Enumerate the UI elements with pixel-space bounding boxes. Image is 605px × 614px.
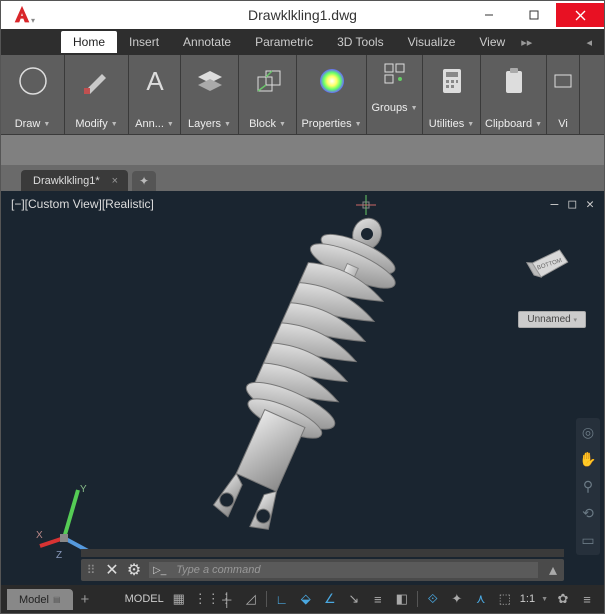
groups-icon bbox=[382, 61, 408, 87]
command-placeholder: Type a command bbox=[170, 564, 266, 576]
navigation-bar: ◎ ✋ ⚲ ⟲ ▭ bbox=[576, 418, 600, 555]
close-button[interactable] bbox=[556, 3, 604, 27]
layers-icon bbox=[194, 61, 226, 101]
customize-icon[interactable]: ≡ bbox=[578, 592, 596, 607]
circle-icon bbox=[16, 61, 50, 101]
cycling-icon[interactable]: ⟐ bbox=[424, 591, 442, 607]
steering-wheel-icon[interactable]: ◎ bbox=[582, 424, 594, 441]
vp-close-icon[interactable]: ✕ bbox=[586, 197, 594, 212]
view-icon bbox=[551, 61, 575, 101]
ribbon-gap bbox=[1, 135, 604, 165]
status-bar: Model▤ + MODEL ▦ ⋮⋮⋮ ┼ ◿ ∟ ⬙ ∠ ↘ ≡ ◧ ⟐ ✦… bbox=[1, 585, 604, 613]
model-render bbox=[116, 191, 496, 551]
orbit-icon[interactable]: ⟲ bbox=[582, 505, 594, 522]
model-space-button[interactable]: MODEL bbox=[125, 593, 164, 605]
title-bar: ▾ Drawklkling1.dwg bbox=[1, 1, 604, 29]
panel-utilities[interactable]: Utilities▼ bbox=[423, 55, 481, 134]
scale-button[interactable]: 1:1 bbox=[520, 593, 535, 605]
vp-maximize-icon[interactable]: □ bbox=[568, 197, 576, 212]
vp-minimize-icon[interactable]: — bbox=[551, 197, 559, 212]
svg-text:A: A bbox=[146, 66, 164, 96]
cmd-options-icon[interactable]: ⚙ bbox=[123, 560, 145, 580]
document-tab[interactable]: Drawklkling1* × bbox=[21, 170, 128, 191]
tab-overflow-icon[interactable]: ▸▸ bbox=[517, 36, 536, 49]
panel-block[interactable]: Block▼ bbox=[239, 55, 297, 134]
ribbon-collapse-icon[interactable]: ◂ bbox=[582, 36, 596, 49]
3dosnap-icon[interactable]: ⬙ bbox=[297, 591, 315, 607]
panel-view[interactable]: Vi bbox=[547, 55, 580, 134]
cmd-grip-icon[interactable]: ⠿ bbox=[81, 563, 101, 577]
minimize-button[interactable] bbox=[466, 3, 511, 27]
close-tab-icon[interactable]: × bbox=[112, 175, 118, 187]
utilities-icon bbox=[438, 61, 466, 101]
tab-3d-tools[interactable]: 3D Tools bbox=[325, 31, 395, 53]
panel-draw[interactable]: Draw▼ bbox=[1, 55, 65, 134]
cmd-prompt-icon: ▷_ bbox=[149, 565, 170, 576]
scrollbar-horizontal[interactable] bbox=[81, 549, 564, 557]
viewport-window-controls: — □ ✕ bbox=[551, 197, 594, 212]
viewport[interactable]: [−][Custom View][Realistic] — □ ✕ BOTTOM… bbox=[1, 191, 604, 585]
block-icon bbox=[252, 61, 284, 101]
ortho-icon[interactable]: ┼ bbox=[218, 592, 236, 607]
add-layout-button[interactable]: + bbox=[81, 591, 90, 608]
cmd-history-icon[interactable]: ▴ bbox=[542, 560, 564, 580]
workspace-icon[interactable]: ✿ bbox=[554, 591, 572, 607]
app-logo[interactable]: ▾ bbox=[3, 2, 43, 28]
panel-annotation[interactable]: A Ann...▼ bbox=[129, 55, 181, 134]
osnap-icon[interactable]: ∟ bbox=[273, 592, 291, 607]
tab-annotate[interactable]: Annotate bbox=[171, 31, 243, 53]
filter-icon[interactable]: ⋏ bbox=[472, 591, 490, 607]
ribbon-tabs: Home Insert Annotate Parametric 3D Tools… bbox=[1, 29, 604, 55]
text-icon: A bbox=[140, 61, 170, 101]
pan-icon[interactable]: ✋ bbox=[579, 451, 596, 468]
lineweight-icon[interactable]: ≡ bbox=[369, 592, 387, 607]
panel-modify[interactable]: Modify▼ bbox=[65, 55, 129, 134]
new-tab-button[interactable]: ✦ bbox=[132, 171, 156, 191]
properties-icon bbox=[316, 61, 348, 101]
tab-visualize[interactable]: Visualize bbox=[396, 31, 468, 53]
polar-icon[interactable]: ◿ bbox=[242, 591, 260, 607]
grid-icon[interactable]: ▦ bbox=[170, 591, 188, 607]
panel-clipboard[interactable]: Clipboard▼ bbox=[481, 55, 547, 134]
zoom-icon[interactable]: ⚲ bbox=[583, 478, 593, 495]
panel-properties[interactable]: Properties▼ bbox=[297, 55, 367, 134]
tab-insert[interactable]: Insert bbox=[117, 31, 171, 53]
panel-layers[interactable]: Layers▼ bbox=[181, 55, 239, 134]
annotation-scale-icon[interactable]: ⬚ bbox=[496, 591, 514, 607]
svg-text:X: X bbox=[36, 530, 43, 541]
transparency-icon[interactable]: ◧ bbox=[393, 591, 411, 607]
tab-home[interactable]: Home bbox=[61, 31, 117, 53]
svg-text:Z: Z bbox=[56, 550, 62, 560]
clipboard-icon bbox=[500, 61, 528, 101]
panel-groups[interactable]: Groups▼ bbox=[367, 55, 423, 134]
document-tabs: Drawklkling1* × ✦ bbox=[1, 165, 604, 191]
svg-text:Y: Y bbox=[80, 484, 87, 495]
model-tab[interactable]: Model▤ bbox=[7, 589, 73, 610]
command-line: ⠿ ✕ ⚙ ▷_ Type a command ▴ bbox=[81, 559, 564, 581]
dynamic-ucs-icon[interactable]: ↘ bbox=[345, 591, 363, 607]
command-input[interactable]: ▷_ Type a command bbox=[149, 562, 538, 578]
tab-view[interactable]: View bbox=[467, 31, 517, 53]
view-name-label[interactable]: Unnamed ▾ bbox=[518, 311, 586, 328]
document-tab-label: Drawklkling1* bbox=[33, 175, 100, 187]
snap-icon[interactable]: ⋮⋮⋮ bbox=[194, 591, 212, 607]
cmd-close-icon[interactable]: ✕ bbox=[101, 560, 123, 580]
otrack-icon[interactable]: ∠ bbox=[321, 591, 339, 607]
ucs-icon[interactable]: X Y Z bbox=[36, 480, 106, 550]
showmotion-icon[interactable]: ▭ bbox=[581, 532, 594, 549]
view-cube[interactable]: BOTTOM bbox=[524, 246, 574, 286]
maximize-button[interactable] bbox=[511, 3, 556, 27]
modify-icon bbox=[80, 61, 114, 101]
gizmo-icon[interactable]: ✦ bbox=[448, 591, 466, 607]
tab-parametric[interactable]: Parametric bbox=[243, 31, 325, 53]
ribbon: Draw▼ Modify▼ A Ann...▼ Layers▼ Block▼ P… bbox=[1, 55, 604, 135]
